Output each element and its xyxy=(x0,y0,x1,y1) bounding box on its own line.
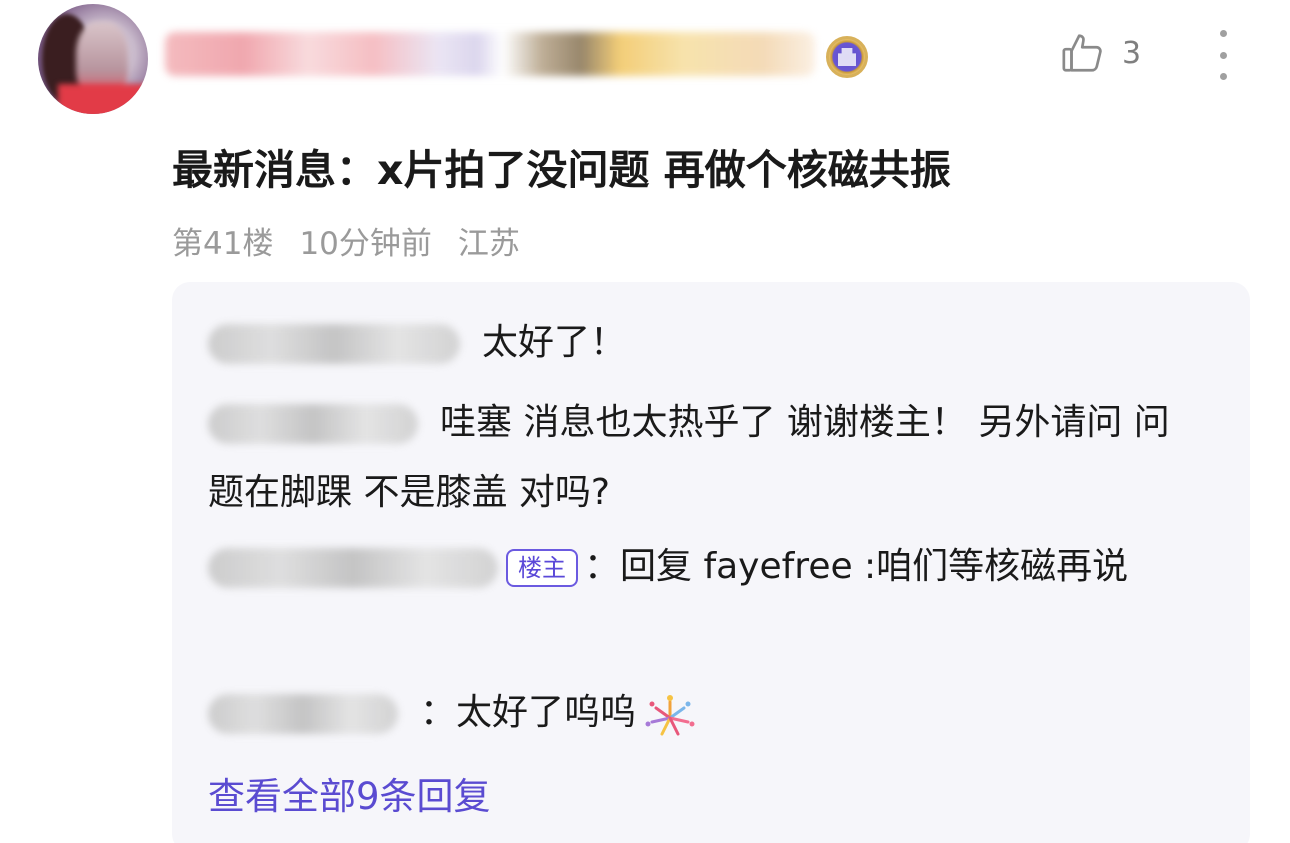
reply-item[interactable]: 楼主 ：回复 fayefree :咱们等核磁再说 xyxy=(208,532,1202,602)
reply-text: ：太好了呜呜 xyxy=(420,692,637,733)
more-dot xyxy=(1219,30,1227,37)
reply-item[interactable]: 太好了！ xyxy=(208,308,1202,378)
badge-inner-glyph xyxy=(838,48,856,66)
user-avatar[interactable] xyxy=(38,4,148,114)
more-dot xyxy=(1219,73,1227,80)
reply-item[interactable]: ：太好了呜呜 xyxy=(208,678,1202,748)
reply-username-blurred[interactable] xyxy=(208,548,498,588)
thumbs-up-icon xyxy=(1062,34,1102,72)
comment-meta: 第41楼 10分钟前 江苏 xyxy=(172,218,520,263)
like-count: 3 xyxy=(1122,35,1142,71)
reply-username-blurred[interactable] xyxy=(208,694,398,734)
like-button[interactable]: 3 xyxy=(1060,30,1141,76)
replies-box: 太好了！ 哇塞 消息也太热乎了 谢谢楼主！ 另外请问 问题在脚踝 不是膝盖 对吗… xyxy=(172,282,1250,843)
reply-username-blurred[interactable] xyxy=(208,404,418,444)
vip-badge-icon xyxy=(826,36,868,78)
comment-text: 最新消息：x片拍了没问题 再做个核磁共振 xyxy=(172,146,951,194)
more-options-button[interactable] xyxy=(1208,30,1238,80)
avatar-shirt xyxy=(58,84,148,114)
reply-username-blurred[interactable] xyxy=(208,324,460,364)
floor-number: 第41楼 xyxy=(172,226,274,262)
comment-card: 3 最新消息：x片拍了没问题 再做个核磁共振 第41楼 10分钟前 江苏 太好了… xyxy=(0,0,1290,843)
reply-text: 太好了！ xyxy=(482,322,627,363)
reply-item[interactable]: 哇塞 消息也太热乎了 谢谢楼主！ 另外请问 问题在脚踝 不是膝盖 对吗? xyxy=(208,388,1202,528)
post-time: 10分钟前 xyxy=(299,226,432,262)
more-dot xyxy=(1219,51,1227,59)
post-location: 江苏 xyxy=(457,226,520,262)
fireworks-emoji xyxy=(645,695,695,736)
view-all-replies-link[interactable]: 查看全部9条回复 xyxy=(208,766,491,820)
owner-tag: 楼主 xyxy=(506,549,578,587)
reply-text: ：回复 fayefree :咱们等核磁再说 xyxy=(584,546,1129,587)
username-blurred[interactable] xyxy=(165,32,815,76)
